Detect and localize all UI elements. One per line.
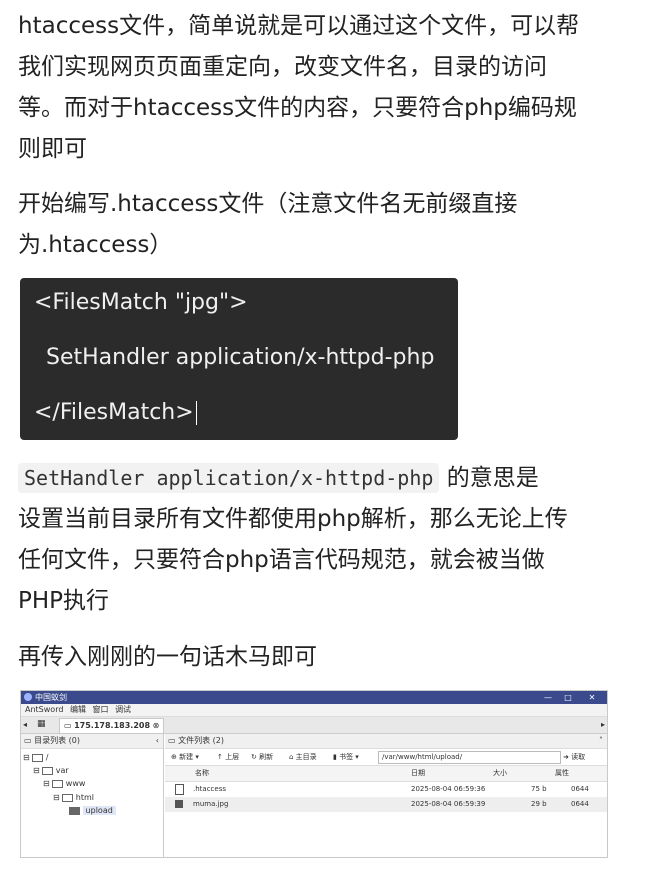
minimize-button[interactable]: — xyxy=(539,692,557,703)
menu-antsword[interactable]: AntSword xyxy=(25,704,63,716)
text-line: 等。而对于htaccess文件的内容，只要符合php编码规 xyxy=(18,95,577,121)
antsword-screenshot: 中国蚁剑 — □ ✕ AntSword 编辑 窗口 调试 ◂ ▦ ▭ 175.1… xyxy=(20,690,608,858)
code-line: SetHandler application/x-httpd-php xyxy=(46,345,435,370)
folder-icon xyxy=(52,779,64,788)
col-date[interactable]: 日期 xyxy=(411,766,425,781)
path-input[interactable]: /var/www/html/upload/ xyxy=(378,751,561,764)
tab-bar: ◂ ▦ ▭ 175.178.183.208 ⊗ ▸ xyxy=(21,717,607,734)
file-panel: ▭ 文件列表 (2) ˄ ⊕ 新建 ▾ ↑ 上层 ↻ 刷新 ⌂ 主目录 ▮ 书签… xyxy=(165,734,607,857)
code-block[interactable]: <FilesMatch "jpg"> SetHandler applicatio… xyxy=(20,278,458,440)
file-toolbar: ⊕ 新建 ▾ ↑ 上层 ↻ 刷新 ⌂ 主目录 ▮ 书签 ▾ /var/www/h… xyxy=(165,749,607,766)
directory-panel: ▭ 目录列表 (0) ‹ ⊟ / ⊟ var ⊟ www ⊟ html uplo… xyxy=(21,734,164,857)
image-file-icon xyxy=(175,800,183,808)
new-button[interactable]: ⊕ 新建 ▾ xyxy=(171,751,199,763)
app-logo-icon xyxy=(24,693,32,701)
home-button[interactable]: ⌂ 主目录 xyxy=(289,751,317,763)
menu-bar: AntSword 编辑 窗口 调试 xyxy=(21,704,607,717)
col-size[interactable]: 大小 xyxy=(493,766,507,781)
tree-item-www[interactable]: ⊟ www xyxy=(43,778,85,789)
tree-item-html[interactable]: ⊟ html xyxy=(53,792,94,803)
file-panel-header: ▭ 文件列表 (2) ˄ xyxy=(165,734,607,749)
read-button[interactable]: ➜ 读取 xyxy=(563,751,585,763)
folder-icon: ▭ xyxy=(24,736,32,745)
menu-window[interactable]: 窗口 xyxy=(93,704,109,716)
panel-title: 目录列表 (0) xyxy=(34,736,80,745)
file-date: 2025-08-04 06:59:39 xyxy=(411,800,486,808)
table-row[interactable]: muma.jpg 2025-08-04 06:59:39 29 b 0644 xyxy=(165,797,607,812)
collapse-icon[interactable]: ‹ xyxy=(156,734,159,748)
col-perm[interactable]: 属性 xyxy=(555,766,569,781)
folder-icon: ▭ xyxy=(64,721,72,730)
intro-paragraph: htaccess文件，简单说就是可以通过这个文件，可以帮 我们实现网页页面重定向… xyxy=(18,6,628,170)
text-line: 设置当前目录所有文件都使用php解析，那么无论上传 xyxy=(18,506,568,532)
file-perm: 0644 xyxy=(571,785,589,793)
tree-item-upload[interactable]: upload xyxy=(69,805,116,816)
text-line: 再传入刚刚的一句话木马即可 xyxy=(18,644,317,670)
menu-debug[interactable]: 调试 xyxy=(115,704,131,716)
directory-panel-header: ▭ 目录列表 (0) ‹ xyxy=(21,734,163,749)
text-line: 开始编写.htaccess文件（注意文件名无前缀直接 xyxy=(18,191,518,217)
tab-label: 175.178.183.208 xyxy=(74,721,151,730)
refresh-button[interactable]: ↻ 刷新 xyxy=(251,751,273,763)
text-line: 为.htaccess） xyxy=(18,232,173,258)
collapse-icon[interactable]: ˄ xyxy=(599,734,603,748)
file-date: 2025-08-04 06:59:36 xyxy=(411,785,486,793)
file-perm: 0644 xyxy=(571,800,589,808)
folder-open-icon xyxy=(69,806,80,815)
grid-icon[interactable]: ▦ xyxy=(37,719,46,729)
tree-item-root[interactable]: ⊟ / xyxy=(23,752,49,763)
scroll-left-icon[interactable]: ◂ xyxy=(23,720,27,729)
file-name: .htaccess xyxy=(193,785,226,793)
tree-item-var[interactable]: ⊟ var xyxy=(33,765,69,776)
folder-icon xyxy=(62,793,74,802)
up-button[interactable]: ↑ 上层 xyxy=(217,751,239,763)
maximize-button[interactable]: □ xyxy=(559,692,577,703)
file-icon xyxy=(175,783,184,795)
file-size: 75 b xyxy=(531,785,547,793)
bookmark-button[interactable]: ▮ 书签 ▾ xyxy=(333,751,359,763)
file-icon: ▭ xyxy=(168,736,176,745)
inline-code: SetHandler application/x-httpd-php xyxy=(18,463,440,493)
col-name[interactable]: 名称 xyxy=(195,766,209,781)
text-line: 我们实现网页页面重定向，改变文件名，目录的访问 xyxy=(18,54,547,80)
file-table-header: 名称 日期 大小 属性 xyxy=(165,766,607,782)
text-caret xyxy=(195,401,197,425)
text-line: htaccess文件，简单说就是可以通过这个文件，可以帮 xyxy=(18,13,580,39)
close-button[interactable]: ✕ xyxy=(583,692,601,703)
htaccess-paragraph: 开始编写.htaccess文件（注意文件名无前缀直接 为.htaccess） xyxy=(18,184,628,266)
text-fragment: 的意思是 xyxy=(446,465,539,491)
panel-title: 文件列表 (2) xyxy=(178,736,224,745)
folder-icon xyxy=(42,766,54,775)
menu-edit[interactable]: 编辑 xyxy=(70,704,86,716)
text-line: 任何文件，只要符合php语言代码规范，就会被当做 xyxy=(18,547,545,573)
file-name: muma.jpg xyxy=(193,800,229,808)
table-row[interactable]: .htaccess 2025-08-04 06:59:36 75 b 0644 xyxy=(165,782,607,797)
tab-close-icon[interactable]: ⊗ xyxy=(153,721,160,730)
window-titlebar: 中国蚁剑 — □ ✕ xyxy=(21,691,607,704)
text-line: 则即可 xyxy=(18,136,87,162)
window-title: 中国蚁剑 xyxy=(35,693,67,702)
scroll-right-icon[interactable]: ▸ xyxy=(601,720,605,729)
upload-paragraph: 再传入刚刚的一句话木马即可 xyxy=(18,637,628,678)
text-line: PHP执行 xyxy=(18,588,110,614)
tab-connection[interactable]: ▭ 175.178.183.208 ⊗ xyxy=(59,718,165,734)
code-line: <FilesMatch "jpg"> xyxy=(34,290,248,315)
folder-icon xyxy=(32,753,44,762)
code-line: </FilesMatch> xyxy=(34,400,197,425)
file-size: 29 b xyxy=(531,800,547,808)
explanation-paragraph: SetHandler application/x-httpd-php 的意思是 … xyxy=(18,458,628,622)
